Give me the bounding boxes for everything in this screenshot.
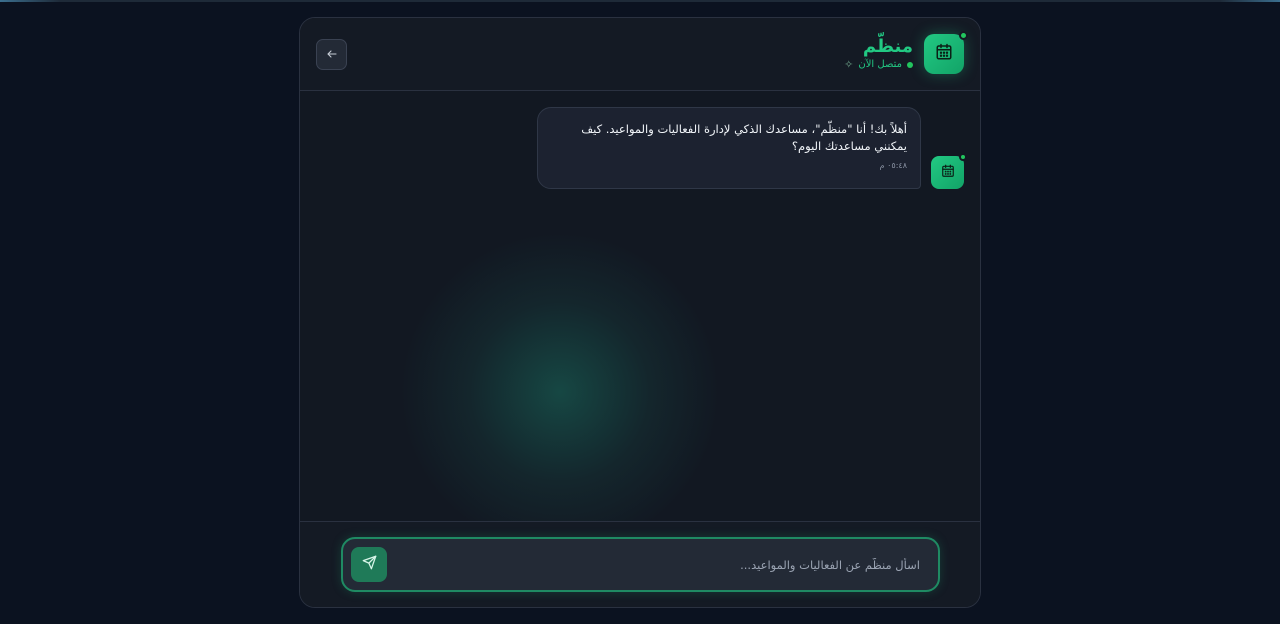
composer-bar [300,521,980,607]
calendar-icon [941,163,955,182]
top-glow-left [0,0,60,2]
online-indicator [959,153,967,161]
back-button[interactable] [316,39,347,70]
message-input[interactable] [420,539,920,590]
assistant-avatar [924,31,968,74]
calendar-icon [935,43,953,65]
online-status: متصل الآن ✧ [844,58,913,71]
online-indicator [959,31,968,40]
message-bubble: أهلاً بك! أنا "منظّم"، مساعدك الذكي لإدا… [537,107,921,189]
assistant-name: منظّم [862,36,913,57]
message-time: ٠٥:٤٨ م [879,161,907,170]
top-glow-right [1220,0,1280,2]
sparkle-icon: ✧ [844,58,854,71]
chat-header: منظّم متصل الآن ✧ [300,18,980,91]
message-row: أهلاً بك! أنا "منظّم"، مساعدك الذكي لإدا… [537,107,967,189]
send-icon [362,555,377,574]
message-text: أهلاً بك! أنا "منظّم"، مساعدك الذكي لإدا… [581,122,907,153]
chat-window: منظّم متصل الآن ✧ أهلاً بك! أنا "منظّم"،… [299,17,981,608]
message-list[interactable]: أهلاً بك! أنا "منظّم"، مساعدك الذكي لإدا… [300,92,980,523]
send-button[interactable] [351,547,387,582]
status-text: متصل الآن [858,59,902,70]
top-border-line [0,0,1280,2]
message-avatar [931,153,967,189]
arrow-left-icon [326,45,338,64]
composer-input-wrap [341,537,940,592]
status-dot [907,61,913,68]
